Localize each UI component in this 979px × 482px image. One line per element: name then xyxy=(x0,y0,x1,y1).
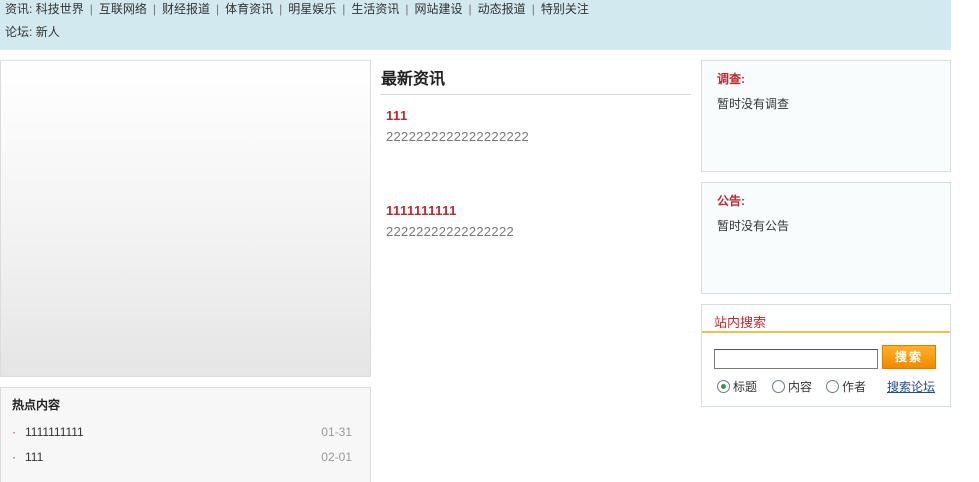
search-title: 站内搜索 xyxy=(714,315,767,330)
search-forum-link[interactable]: 搜索论坛 xyxy=(887,378,935,395)
hot-item-date: 01-31 xyxy=(321,425,352,439)
news-nav-row: 资讯: 科技世界 | 互联网络 | 财经报道 | 体育资讯 | 明星娱乐 | 生活资讯 | 网站建设 | 动… xyxy=(5,1,589,17)
site-search-panel: 站内搜索 搜索 标题 内容 作者 搜索论坛 xyxy=(701,304,951,407)
nav-link-sports[interactable]: 体育资讯 xyxy=(225,2,273,16)
survey-panel: 调查: 暂时没有调查 xyxy=(701,60,951,172)
nav-separator: | xyxy=(279,2,283,16)
nav-link-newbie[interactable]: 新人 xyxy=(36,25,60,39)
forum-nav-label: 论坛: xyxy=(5,25,33,39)
list-item: · 111 02-01 xyxy=(1,448,372,466)
nav-link-internet[interactable]: 互联网络 xyxy=(99,2,147,16)
search-header: 站内搜索 xyxy=(702,305,950,333)
bullet-icon: · xyxy=(12,450,16,464)
nav-separator: | xyxy=(468,2,472,16)
hot-item-link[interactable]: 1111111111 xyxy=(25,423,84,441)
nav-separator: | xyxy=(152,2,156,16)
news-item-title[interactable]: 111 xyxy=(386,108,529,123)
radio-option-title[interactable]: 标题 xyxy=(717,379,757,395)
nav-link-finance[interactable]: 财经报道 xyxy=(162,2,210,16)
latest-news-title: 最新资讯 xyxy=(381,69,446,88)
nav-separator: | xyxy=(342,2,346,16)
notice-content: 暂时没有公告 xyxy=(717,219,790,233)
search-button[interactable]: 搜索 xyxy=(882,345,936,369)
radio-selected-icon[interactable] xyxy=(717,380,730,393)
list-item: · 1111111111 01-31 xyxy=(1,423,372,441)
top-navigation-bar: 资讯: 科技世界 | 互联网络 | 财经报道 | 体育资讯 | 明星娱乐 | 生活资讯 | 网站建设 | 动… xyxy=(0,0,951,50)
bullet-icon: · xyxy=(12,425,16,439)
hot-content-panel: 热点内容 · 1111111111 01-31 · 111 02-01 xyxy=(0,387,371,482)
news-item: 1111111111 22222222222222222 xyxy=(386,203,514,239)
radio-label: 作者 xyxy=(842,380,867,394)
nav-link-life[interactable]: 生活资讯 xyxy=(351,2,399,16)
radio-label: 标题 xyxy=(733,380,758,394)
slideshow-placeholder xyxy=(0,60,371,377)
hot-item-link[interactable]: 111 xyxy=(25,448,43,466)
nav-link-entertainment[interactable]: 明星娱乐 xyxy=(288,2,336,16)
survey-title: 调查: xyxy=(717,72,745,86)
notice-title: 公告: xyxy=(717,194,745,208)
search-input[interactable] xyxy=(714,349,878,369)
radio-icon[interactable] xyxy=(772,380,785,393)
divider xyxy=(380,94,691,95)
survey-content: 暂时没有调查 xyxy=(717,97,790,111)
notice-panel: 公告: 暂时没有公告 xyxy=(701,182,951,294)
nav-separator: | xyxy=(89,2,93,16)
nav-separator: | xyxy=(405,2,409,16)
nav-separator: | xyxy=(215,2,220,16)
news-item-body: 22222222222222222 xyxy=(386,224,515,239)
nav-link-dynamic[interactable]: 动态报道 xyxy=(478,2,526,16)
news-item-body: 2222222222222222222 xyxy=(386,129,530,144)
forum-nav-row: 论坛: 新人 xyxy=(5,24,60,40)
nav-separator: | xyxy=(531,2,535,16)
radio-option-content[interactable]: 内容 xyxy=(772,379,812,395)
hot-item-date: 02-01 xyxy=(321,450,352,464)
nav-link-tech[interactable]: 科技世界 xyxy=(36,2,84,16)
hot-content-title: 热点内容 xyxy=(12,398,61,412)
news-item: 111 2222222222222222222 xyxy=(386,108,529,144)
nav-link-special[interactable]: 特别关注 xyxy=(541,2,589,16)
radio-label: 内容 xyxy=(788,380,813,394)
news-nav-label: 资讯: xyxy=(5,2,33,16)
news-item-title[interactable]: 1111111111 xyxy=(386,203,514,218)
nav-link-website[interactable]: 网站建设 xyxy=(415,2,463,16)
radio-option-author[interactable]: 作者 xyxy=(826,379,866,395)
radio-icon[interactable] xyxy=(826,380,839,393)
